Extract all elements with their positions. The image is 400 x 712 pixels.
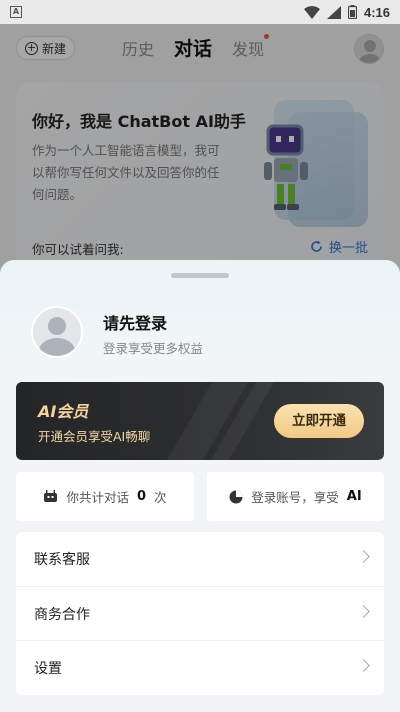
vip-subtitle: 开通会员享受AI畅聊 [38, 429, 151, 444]
chat-count-value: 0 [136, 489, 147, 504]
robot-icon [44, 490, 58, 502]
login-benefit-card[interactable]: 登录账号，享受 AI [207, 472, 384, 521]
settings-menu: 联系客服 商务合作 设置 [16, 532, 384, 695]
menu-item-label: 联系客服 [34, 552, 90, 568]
status-bar: A 4:16 [0, 0, 400, 24]
chat-count-card: 你共计对话 0 次 [16, 472, 194, 521]
menu-item-customer-service[interactable]: 联系客服 [16, 532, 384, 586]
vip-title: AI会员 [38, 402, 89, 421]
activate-vip-button[interactable]: 立即开通 [274, 404, 364, 438]
profile-bottom-sheet: 请先登录 登录享受更多权益 AI会员 开通会员享受AI畅聊 立即开通 你共计对话… [0, 260, 400, 712]
chat-count-suffix: 次 [154, 490, 167, 505]
menu-item-business[interactable]: 商务合作 [16, 586, 384, 640]
chevron-right-icon [357, 605, 370, 618]
battery-icon [347, 5, 357, 19]
vip-membership-card: AI会员 开通会员享受AI畅聊 立即开通 [16, 382, 384, 460]
chevron-right-icon [357, 550, 370, 563]
login-benefit-text: 登录账号，享受 [251, 490, 339, 505]
login-title[interactable]: 请先登录 [103, 310, 167, 334]
profile-avatar[interactable] [31, 306, 83, 358]
menu-item-label: 商务合作 [34, 606, 90, 623]
menu-item-settings[interactable]: 设置 [16, 640, 384, 694]
sheet-drag-handle[interactable] [171, 273, 229, 278]
login-subtitle: 登录享受更多权益 [103, 341, 204, 356]
app-notification-icon: A [10, 6, 22, 18]
wifi-icon [303, 5, 320, 19]
clock: 4:16 [363, 4, 390, 20]
chevron-right-icon [357, 659, 370, 672]
status-icons: 4:16 [303, 4, 390, 20]
signal-icon [326, 5, 341, 19]
pie-chart-icon [229, 490, 243, 503]
login-benefit-em: AI [346, 489, 362, 504]
chat-count-prefix: 你共计对话 [66, 490, 129, 505]
menu-item-label: 设置 [34, 660, 62, 677]
